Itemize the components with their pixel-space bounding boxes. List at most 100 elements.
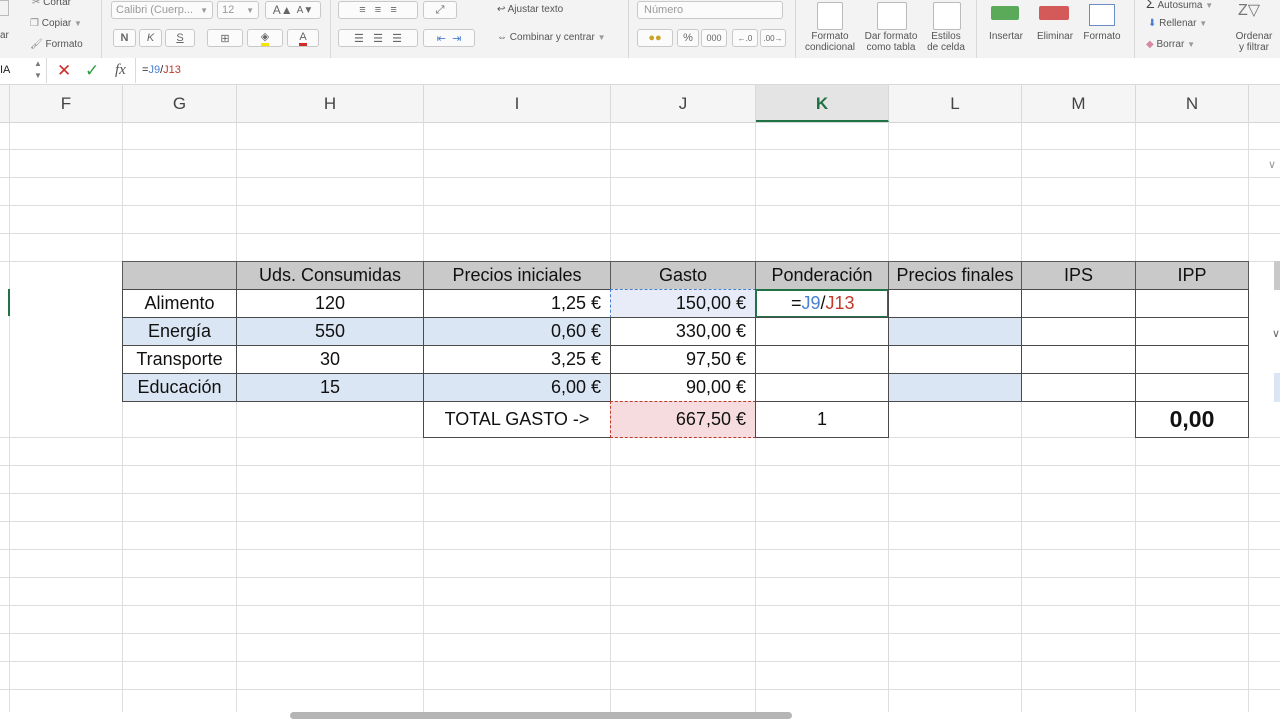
table-cell[interactable]: 30: [236, 345, 424, 374]
thousands-button[interactable]: 000: [701, 29, 727, 47]
format-cells-button[interactable]: Formato: [1080, 0, 1124, 58]
table-cell[interactable]: Energía: [122, 317, 237, 346]
table-cell[interactable]: [755, 373, 889, 402]
referenced-cell-j13[interactable]: 667,50 €: [610, 401, 756, 438]
delete-button[interactable]: Eliminar: [1033, 0, 1077, 58]
table-header-cell[interactable]: Gasto: [610, 261, 756, 290]
increase-font-icon[interactable]: A▲: [273, 3, 293, 17]
table-cell[interactable]: 6,00 €: [423, 373, 611, 402]
referenced-cell-j9[interactable]: 150,00 €: [610, 289, 756, 318]
format-as-table-button[interactable]: Dar formato como tabla: [861, 0, 921, 58]
column-header-f[interactable]: F: [10, 85, 123, 122]
column-header-h[interactable]: H: [237, 85, 424, 122]
column-header-g[interactable]: G: [123, 85, 237, 122]
vertical-align-group[interactable]: ≡ ≡ ≡: [338, 1, 418, 19]
name-box[interactable]: IA ▲ ▼: [0, 58, 47, 83]
font-name-select[interactable]: Calibri (Cuerp... ▼: [111, 1, 213, 19]
table-cell[interactable]: [755, 317, 889, 346]
table-cell[interactable]: [888, 373, 1022, 402]
table-cell[interactable]: 90,00 €: [610, 373, 756, 402]
worksheet-grid[interactable]: Uds. Consumidas Precios iniciales Gasto …: [0, 122, 1280, 712]
italic-button[interactable]: K: [139, 29, 162, 47]
format-painter-button[interactable]: 🖌 Formato: [30, 39, 83, 50]
name-box-stepper-icon[interactable]: ▲ ▼: [34, 58, 42, 82]
fill-button[interactable]: ⬇ Rellenar ▼: [1148, 18, 1207, 29]
cancel-formula-icon[interactable]: ✕: [57, 58, 71, 83]
paste-label-partial[interactable]: ar: [0, 30, 9, 41]
table-cell[interactable]: 120: [236, 289, 424, 318]
text-orientation-button[interactable]: ⤢: [423, 1, 457, 19]
table-header-cell[interactable]: Ponderación: [755, 261, 889, 290]
align-bottom-icon[interactable]: ≡: [390, 4, 396, 16]
font-size-select[interactable]: 12 ▼: [217, 1, 259, 19]
number-format-select[interactable]: Número: [637, 1, 783, 19]
bold-button[interactable]: N: [113, 29, 136, 47]
sort-filter-button[interactable]: Z▽ Ordenar y filtrar: [1232, 0, 1278, 58]
horizontal-align-group[interactable]: ☰ ☰ ☰: [338, 29, 418, 47]
table-cell[interactable]: [1135, 317, 1249, 346]
font-size-grow-shrink[interactable]: A▲ A▼: [265, 1, 321, 19]
align-middle-icon[interactable]: ≡: [375, 4, 381, 16]
table-cell[interactable]: 330,00 €: [610, 317, 756, 346]
merge-center-button[interactable]: ⇔ Combinar y centrar ▼: [497, 32, 606, 43]
table-cell[interactable]: 3,25 €: [423, 345, 611, 374]
table-cell[interactable]: 1,25 €: [423, 289, 611, 318]
accounting-format-button[interactable]: ●●: [637, 29, 673, 47]
table-cell[interactable]: 15: [236, 373, 424, 402]
table-cell[interactable]: [755, 345, 889, 374]
table-cell[interactable]: Alimento: [122, 289, 237, 318]
align-center-icon[interactable]: ☰: [373, 32, 383, 45]
underline-button[interactable]: S: [165, 29, 195, 47]
table-header-cell[interactable]: Precios iniciales: [423, 261, 611, 290]
table-cell[interactable]: [1021, 289, 1136, 318]
column-header-k[interactable]: K: [756, 85, 889, 122]
column-header-i[interactable]: I: [424, 85, 611, 122]
increase-indent-icon[interactable]: ⇥: [452, 32, 461, 45]
cell-styles-button[interactable]: Estilos de celda: [923, 0, 969, 58]
column-header-m[interactable]: M: [1022, 85, 1136, 122]
decrease-indent-icon[interactable]: ⇤: [437, 32, 446, 45]
increase-decimal-button[interactable]: ←.0: [732, 29, 758, 47]
column-header-partial[interactable]: [1249, 85, 1280, 122]
table-cell[interactable]: [888, 317, 1022, 346]
filter-arrow-icon[interactable]: [1274, 261, 1280, 290]
table-cell[interactable]: [888, 289, 1022, 318]
align-top-icon[interactable]: ≡: [359, 4, 365, 16]
table-header-cell[interactable]: IPP: [1135, 261, 1249, 290]
table-header-cell[interactable]: Uds. Consumidas: [236, 261, 424, 290]
column-header-j[interactable]: J: [611, 85, 756, 122]
align-left-icon[interactable]: ☰: [354, 32, 364, 45]
confirm-formula-icon[interactable]: ✓: [85, 58, 99, 83]
paste-icon[interactable]: [0, 0, 9, 16]
horizontal-scrollbar[interactable]: [290, 712, 792, 719]
table-header-cell[interactable]: Precios finales: [888, 261, 1022, 290]
insert-button[interactable]: Insertar: [983, 0, 1029, 58]
borders-button[interactable]: ⊞: [207, 29, 243, 47]
table-cell[interactable]: [1021, 373, 1136, 402]
font-color-button[interactable]: A: [287, 29, 319, 47]
weight-total-cell[interactable]: 1: [755, 401, 889, 438]
conditional-format-button[interactable]: Formato condicional: [803, 0, 857, 58]
editing-cell-k9[interactable]: = J9/J13: [755, 289, 889, 318]
table-header-cell[interactable]: [122, 261, 237, 290]
table-header-cell[interactable]: IPS: [1021, 261, 1136, 290]
clear-button[interactable]: ◆ Borrar ▼: [1146, 39, 1195, 50]
table-cell[interactable]: Educación: [122, 373, 237, 402]
cut-button[interactable]: ✂ Cortar: [32, 0, 71, 8]
ipp-total-cell[interactable]: 0,00: [1135, 401, 1249, 438]
formula-input[interactable]: =J9/J13: [142, 58, 181, 83]
percent-button[interactable]: %: [677, 29, 699, 47]
select-all-corner[interactable]: [0, 85, 10, 122]
indent-group[interactable]: ⇤ ⇥: [423, 29, 475, 47]
table-cell[interactable]: [1021, 317, 1136, 346]
fill-color-button[interactable]: ◈: [247, 29, 283, 47]
table-cell[interactable]: 0,60 €: [423, 317, 611, 346]
decrease-decimal-button[interactable]: .00→: [760, 29, 786, 47]
table-cell[interactable]: [888, 345, 1022, 374]
table-cell[interactable]: 550: [236, 317, 424, 346]
column-header-l[interactable]: L: [889, 85, 1022, 122]
insert-function-button[interactable]: fx: [115, 58, 126, 83]
copy-button[interactable]: ❐ Copiar ▼: [30, 18, 82, 29]
total-label-cell[interactable]: TOTAL GASTO ->: [423, 401, 611, 438]
decrease-font-icon[interactable]: A▼: [297, 5, 314, 16]
